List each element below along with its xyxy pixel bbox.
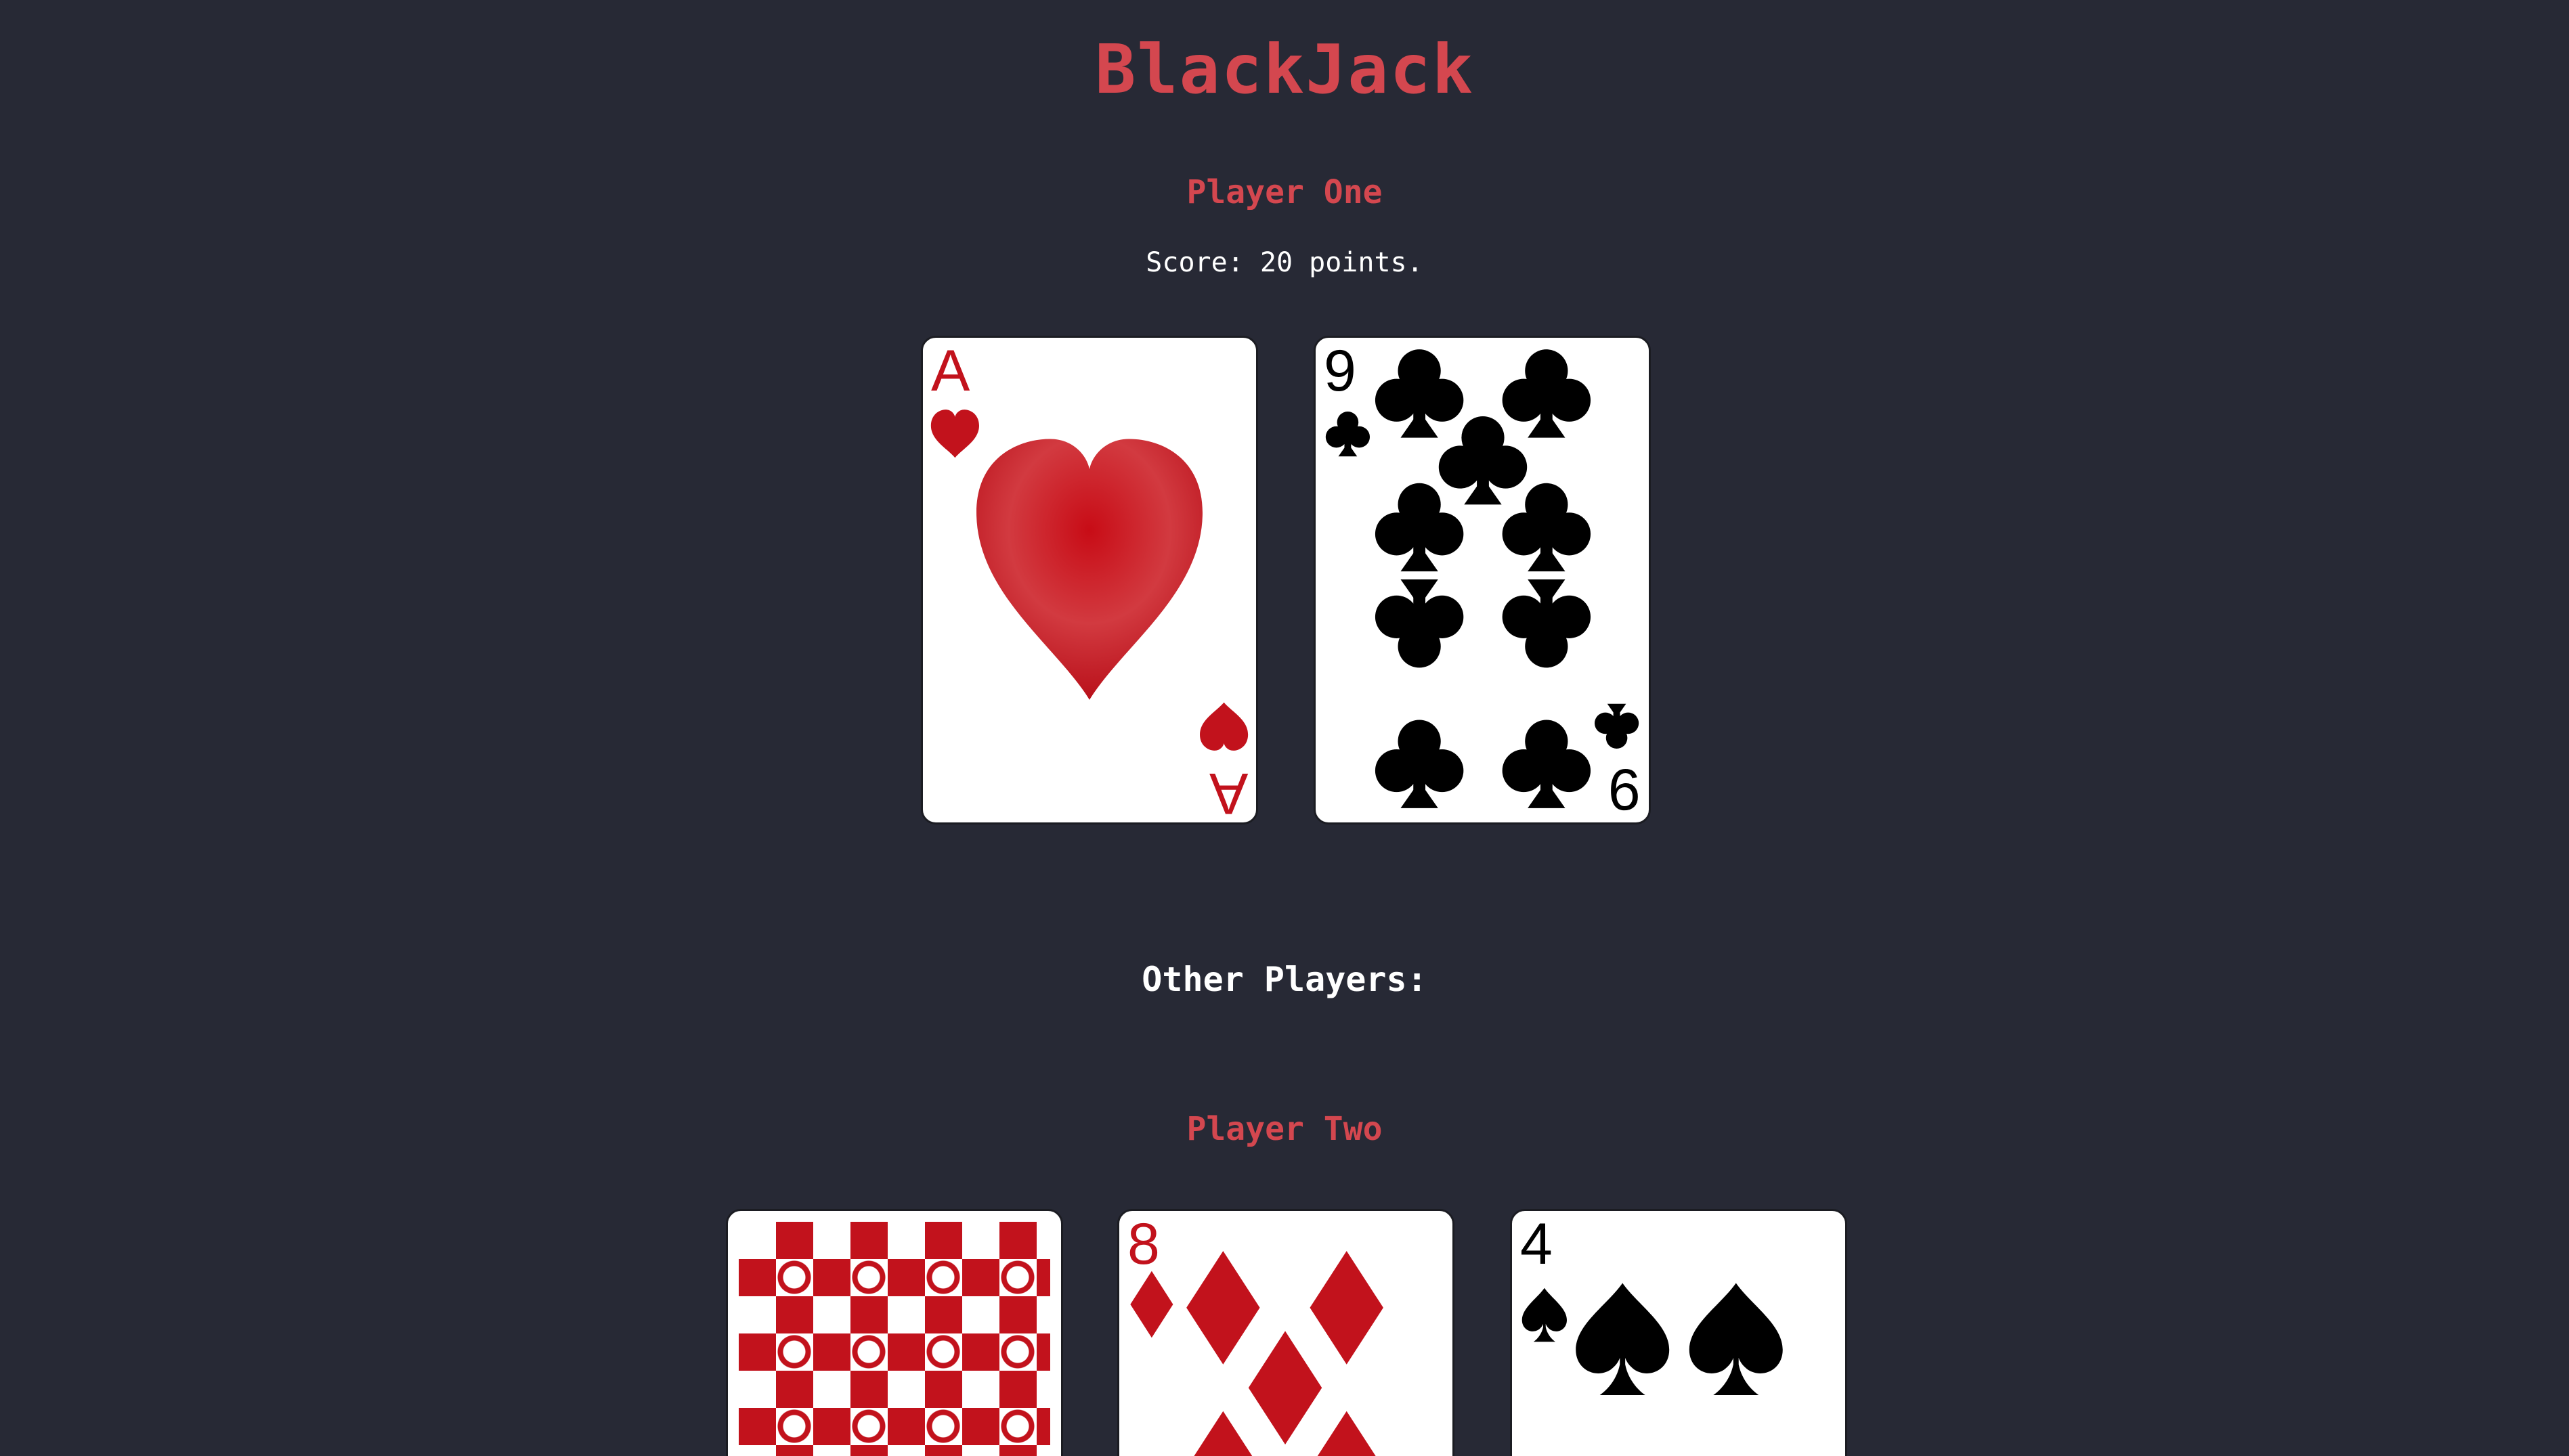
ace-of-hearts-face <box>930 410 1249 751</box>
spade-icon <box>1689 1283 1783 1396</box>
diamond-icon <box>1130 1271 1173 1338</box>
diamond-icon <box>1248 1331 1322 1444</box>
player-two-card-eight-of-diamonds[interactable]: 8 <box>1117 1209 1454 1456</box>
heart-icon <box>1200 702 1249 751</box>
heart-icon <box>930 410 979 458</box>
heart-icon <box>976 439 1203 700</box>
club-icon <box>1502 579 1591 668</box>
diamond-icon <box>1310 1251 1383 1365</box>
player-one-score: Score: 20 points. <box>1146 247 1423 278</box>
club-icon <box>1375 720 1464 808</box>
four-of-spades-face <box>1521 1283 1783 1396</box>
club-icon <box>1375 349 1464 438</box>
diamond-icon <box>1194 1411 1253 1456</box>
card-rank-bottom: A <box>1209 761 1248 824</box>
player-one-card-nine-of-clubs[interactable]: 9 9 <box>1314 336 1651 824</box>
spade-icon <box>1521 1287 1567 1342</box>
club-icon <box>1502 349 1591 438</box>
card-rank-bottom: 9 <box>1608 757 1641 822</box>
card-rank-top: 8 <box>1127 1212 1160 1277</box>
club-icon <box>1502 720 1591 808</box>
spade-icon <box>1576 1283 1670 1396</box>
player-two-card-face-down[interactable] <box>726 1209 1063 1456</box>
player-two-name: Player Two <box>1186 1110 1383 1148</box>
player-one-name: Player One <box>1186 173 1383 211</box>
card-rank-top: A <box>931 338 970 403</box>
card-back-pattern-overlay <box>739 1222 1050 1456</box>
club-icon <box>1325 412 1370 457</box>
player-one-card-ace-of-hearts[interactable]: A A <box>921 336 1258 824</box>
card-rank-top: 9 <box>1324 338 1356 403</box>
club-icon <box>1375 579 1464 668</box>
club-icon <box>1375 483 1464 572</box>
card-rank-top: 4 <box>1520 1212 1553 1277</box>
blackjack-page: BlackJack Player One Score: 20 points. A… <box>0 0 2569 1456</box>
nine-of-clubs-face <box>1325 349 1639 808</box>
eight-of-diamonds-face <box>1130 1251 1383 1456</box>
diamond-icon <box>1186 1251 1260 1365</box>
club-icon <box>1438 416 1528 505</box>
other-players-heading: Other Players: <box>1142 960 1427 999</box>
club-icon <box>1502 483 1591 572</box>
diamond-icon <box>1317 1411 1376 1456</box>
club-icon <box>1594 703 1639 749</box>
game-title: BlackJack <box>1095 30 1474 109</box>
player-two-card-four-of-spades[interactable]: 4 <box>1510 1209 1847 1456</box>
